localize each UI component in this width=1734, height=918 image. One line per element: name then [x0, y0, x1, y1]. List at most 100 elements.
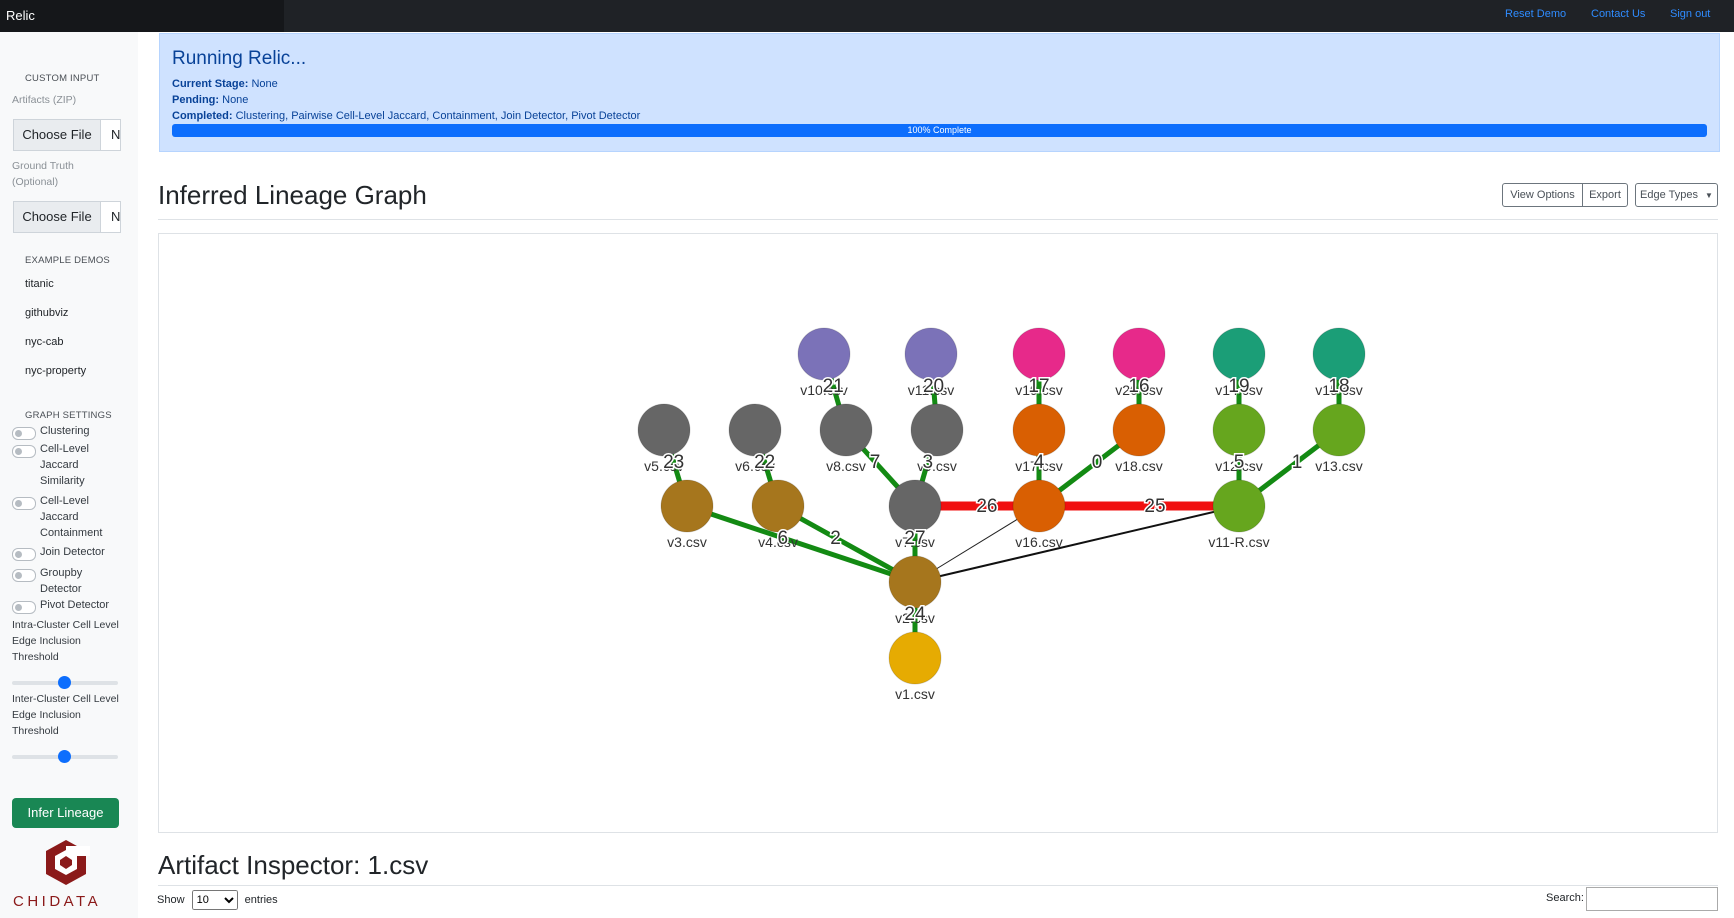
- edge-types-dropdown[interactable]: Edge Types ▼: [1635, 183, 1718, 207]
- ground-truth-file-status: N: [111, 209, 121, 224]
- contact-us-link[interactable]: Contact Us: [1591, 8, 1645, 20]
- brand-area: Relic: [0, 0, 284, 32]
- graph-edge-label: 3: [922, 452, 933, 473]
- clustering-toggle[interactable]: [12, 427, 36, 440]
- artifact-inspector-title: Artifact Inspector: 1.csv: [158, 850, 429, 880]
- graph-node-circle[interactable]: [660, 479, 714, 533]
- completed-line: Completed: Clustering, Pairwise Cell-Lev…: [172, 110, 640, 122]
- join-detector-label: Join Detector: [40, 546, 105, 558]
- graph-node-v13[interactable]: v13.csv: [1312, 403, 1366, 474]
- artifacts-choose-file-button[interactable]: Choose File: [14, 120, 101, 150]
- sidebar: CUSTOM INPUT Artifacts (ZIP) Choose File…: [0, 32, 138, 918]
- inter-cluster-slider-thumb[interactable]: [58, 750, 71, 763]
- pending-value: None: [222, 94, 249, 106]
- graph-node-circle[interactable]: [904, 327, 958, 381]
- graph-node-v18[interactable]: v18.csv: [1112, 403, 1166, 474]
- intra-cluster-slider-thumb[interactable]: [58, 676, 71, 689]
- sign-out-link[interactable]: Sign out: [1670, 8, 1710, 20]
- groupby-detector-toggle[interactable]: [12, 569, 36, 582]
- graph-edge-label: 5: [1234, 452, 1245, 473]
- graph-node-circle[interactable]: [1312, 403, 1366, 457]
- pivot-detector-toggle[interactable]: [12, 601, 36, 614]
- graph-node-circle[interactable]: [888, 479, 942, 533]
- graph-edge-label: 1: [1292, 452, 1303, 473]
- graph-node-circle[interactable]: [728, 403, 782, 457]
- graph-node-v1[interactable]: v1.csv: [888, 631, 942, 702]
- graph-settings-heading: GRAPH SETTINGS: [25, 410, 112, 421]
- graph-node-circle[interactable]: [1212, 479, 1266, 533]
- graph-node-label: v16.csv: [1015, 534, 1062, 550]
- reset-demo-link[interactable]: Reset Demo: [1505, 8, 1566, 20]
- show-entries-control: Show 10 entries: [157, 890, 278, 910]
- search-input[interactable]: [1586, 887, 1718, 911]
- lineage-graph-canvas[interactable]: v10.csv v11.csv v19.csv v20.csv v14.csv v15.c…: [158, 233, 1718, 833]
- artifacts-label: Artifacts (ZIP): [12, 94, 77, 106]
- demo-githubviz[interactable]: githubviz: [25, 307, 68, 319]
- join-detector-toggle[interactable]: [12, 548, 36, 561]
- graph-edge-v11R-v2[interactable]: [914, 505, 1240, 583]
- ground-truth-file-input[interactable]: Choose File N: [13, 201, 121, 233]
- demo-nyc-cab[interactable]: nyc-cab: [25, 336, 64, 348]
- chidata-logo-text: CHIDATA: [13, 893, 102, 910]
- demo-titanic[interactable]: titanic: [25, 278, 54, 290]
- graph-node-circle[interactable]: [888, 555, 942, 609]
- graph-node-circle[interactable]: [819, 403, 873, 457]
- graph-node-circle[interactable]: [888, 631, 942, 685]
- graph-node-circle[interactable]: [1012, 327, 1066, 381]
- completed-label: Completed:: [172, 110, 233, 122]
- ground-truth-choose-file-button[interactable]: Choose File: [14, 202, 101, 232]
- view-options-button[interactable]: View Options: [1502, 183, 1583, 207]
- graph-edge-label: 7: [870, 452, 881, 473]
- inter-cluster-threshold-slider[interactable]: [12, 750, 118, 763]
- graph-node-circle[interactable]: [1012, 403, 1066, 457]
- jaccard-similarity-label: Cell-Level Jaccard Similarity: [40, 443, 89, 487]
- graph-edge-label: 6: [777, 528, 788, 549]
- graph-edge-label: 18: [1328, 376, 1349, 397]
- graph-node-circle[interactable]: [637, 403, 691, 457]
- graph-node-v3[interactable]: v3.csv: [660, 479, 714, 550]
- graph-node-circle[interactable]: [1212, 327, 1266, 381]
- graph-node-label: v3.csv: [667, 534, 707, 550]
- artifacts-file-status: N: [111, 127, 121, 142]
- graph-edge-label: 20: [923, 376, 944, 397]
- infer-lineage-button[interactable]: Infer Lineage: [12, 798, 119, 828]
- graph-edge-label: 22: [754, 452, 775, 473]
- pending-line: Pending: None: [172, 94, 248, 106]
- graph-section-divider: [158, 219, 1718, 220]
- export-button[interactable]: Export: [1582, 183, 1628, 207]
- custom-input-heading: CUSTOM INPUT: [25, 73, 100, 84]
- intra-cluster-threshold-label: Intra-Cluster Cell Level Edge Inclusion …: [12, 619, 119, 663]
- lineage-graph-svg[interactable]: v10.csv v11.csv v19.csv v20.csv v14.csv v15.c…: [159, 234, 1717, 832]
- graph-node-circle[interactable]: [910, 403, 964, 457]
- graph-node-v9[interactable]: v9.csv: [910, 403, 964, 474]
- graph-node-circle[interactable]: [1012, 479, 1066, 533]
- current-stage-line: Current Stage: None: [172, 78, 278, 90]
- graph-node-circle[interactable]: [1312, 327, 1366, 381]
- graph-edge-label: 4: [1034, 452, 1045, 473]
- jaccard-containment-toggle[interactable]: [12, 497, 36, 510]
- brand-link[interactable]: Relic: [6, 8, 35, 23]
- jaccard-similarity-toggle[interactable]: [12, 445, 36, 458]
- graph-edge-label: 25: [1144, 496, 1165, 517]
- intra-cluster-threshold-slider[interactable]: [12, 676, 118, 689]
- artifacts-file-input[interactable]: Choose File N: [13, 119, 121, 151]
- entries-label: entries: [244, 894, 278, 906]
- completed-value: Clustering, Pairwise Cell-Level Jaccard,…: [235, 110, 641, 122]
- graph-node-label: v13.csv: [1315, 458, 1362, 474]
- graph-edge-label: 0: [1092, 452, 1103, 473]
- jaccard-containment-label: Cell-Level Jaccard Containment: [40, 495, 103, 539]
- graph-node-circle[interactable]: [1112, 327, 1166, 381]
- graph-edge-label: 23: [663, 452, 684, 473]
- demo-nyc-property[interactable]: nyc-property: [25, 365, 86, 377]
- graph-node-v16[interactable]: v16.csv: [1012, 479, 1066, 550]
- pending-label: Pending:: [172, 94, 220, 106]
- graph-node-v8[interactable]: v8.csv: [819, 403, 873, 474]
- graph-edge-label: 21: [823, 376, 844, 397]
- graph-node-v11R[interactable]: v11-R.csv: [1208, 479, 1270, 550]
- graph-node-circle[interactable]: [1112, 403, 1166, 457]
- graph-edge-label: 19: [1228, 376, 1249, 397]
- entries-select[interactable]: 10: [191, 890, 238, 910]
- graph-node-circle[interactable]: [751, 479, 805, 533]
- graph-node-circle[interactable]: [797, 327, 851, 381]
- graph-node-circle[interactable]: [1212, 403, 1266, 457]
